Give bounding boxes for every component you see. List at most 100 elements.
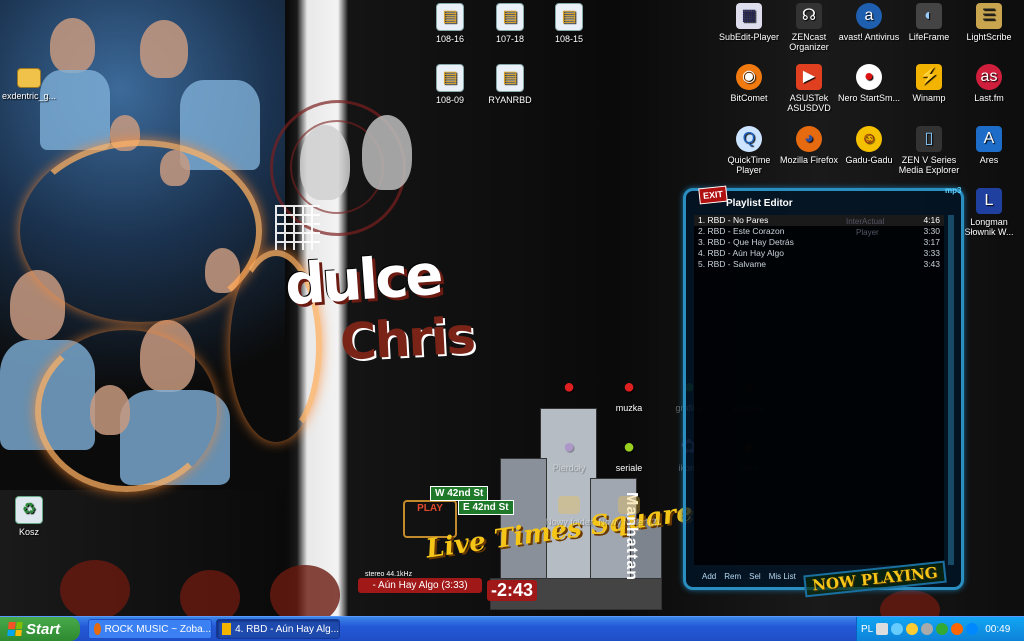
start-label: Start xyxy=(26,620,61,638)
playlist-editor-window[interactable]: EXIT Playlist Editor 1. RBD - No Pares 4… xyxy=(683,185,964,590)
document-icon: ▤ xyxy=(436,3,464,31)
task-label: ROCK MUSIC ~ Zoba... xyxy=(104,623,211,635)
avast-icon: a xyxy=(856,3,882,29)
select-button[interactable]: Sel xyxy=(749,572,761,581)
red-blob-decoration xyxy=(880,590,940,616)
document-icon: ▤ xyxy=(436,64,464,92)
playlist-item[interactable]: 2. RBD - Este Corazon 3:30 xyxy=(694,226,944,237)
winamp-icon xyxy=(222,623,232,635)
add-button[interactable]: Add xyxy=(702,572,716,581)
street-sign-e42: E 42nd St xyxy=(458,500,514,515)
desktop-icon-label: Last.fm xyxy=(974,93,1004,103)
track-duration: 3:30 xyxy=(923,226,940,236)
longman-icon: L xyxy=(976,188,1002,214)
desktop-icon-label: LightScribe xyxy=(966,32,1012,42)
desktop: dulce Chris PLAY W 42nd St E 42nd St Liv… xyxy=(0,0,1024,616)
desktop-icon-recycle-bin[interactable]: ♻ Kosz xyxy=(0,496,64,537)
network-icon[interactable] xyxy=(891,623,904,635)
recycle-bin-icon: ♻ xyxy=(15,496,43,524)
windows-flag-icon xyxy=(7,622,23,636)
apple-folder-icon: ● xyxy=(562,436,576,458)
keyboard-icon[interactable] xyxy=(876,623,889,635)
playlist-list[interactable]: 1. RBD - No Pares 4:16 2. RBD - Este Cor… xyxy=(694,215,954,565)
nero-icon: ● xyxy=(856,64,882,90)
red-blob-decoration xyxy=(180,570,240,616)
lightscribe-icon: ☰ xyxy=(976,3,1002,29)
track-duration: 4:16 xyxy=(923,215,940,225)
subedit-icon: ▦ xyxy=(736,3,762,29)
update-icon[interactable] xyxy=(936,623,949,635)
winamp-icon: ⚡ xyxy=(916,64,942,90)
playlist-item[interactable]: 3. RBD - Que Hay Detrás 3:17 xyxy=(694,237,944,248)
track-duration: 3:43 xyxy=(923,259,940,269)
language-indicator[interactable]: PL xyxy=(861,624,873,635)
photo-face xyxy=(300,125,350,200)
playlist-item[interactable]: 4. RBD - Aún Hay Algo 3:33 xyxy=(694,248,944,259)
track-time[interactable]: -2:43 xyxy=(487,580,538,601)
bluetooth-icon[interactable] xyxy=(966,623,979,635)
start-button[interactable]: Start xyxy=(0,617,80,641)
track-duration: 3:33 xyxy=(923,248,940,258)
document-icon: ▤ xyxy=(496,3,524,31)
grid-decoration xyxy=(275,205,320,250)
red-blob-decoration xyxy=(60,560,130,616)
desktop-icon-doc[interactable]: ▤ RYANRBD xyxy=(475,64,545,105)
playlist-item[interactable]: 1. RBD - No Pares 4:16 xyxy=(694,215,944,226)
desktop-icon-nowy-folder-2[interactable]: Nowy folder (2) xyxy=(594,496,664,527)
apple-folder-icon: ● xyxy=(622,436,636,458)
lifeframe-icon: ◐ xyxy=(916,3,942,29)
desktop-icon-lightscribe[interactable]: ☰ LightScribe xyxy=(954,3,1024,42)
street-sign-w42: W 42nd St xyxy=(430,486,489,501)
playlist-controls: Add Rem Sel Mis List xyxy=(702,572,796,581)
lastfm-icon: as xyxy=(976,64,1002,90)
track-title: 5. RBD - Salvame xyxy=(698,259,767,269)
stereo-label: stereo 44.1kHz xyxy=(365,571,413,578)
track-title: 1. RBD - No Pares xyxy=(698,215,769,225)
desktop-icon-folder[interactable]: exdentric_g... xyxy=(0,68,64,101)
folder-icon xyxy=(17,68,41,88)
zenv-icon: ▯ xyxy=(916,126,942,152)
shield-icon[interactable] xyxy=(906,623,919,635)
exit-button[interactable]: EXIT xyxy=(698,185,728,205)
taskbar-item-firefox[interactable]: ROCK MUSIC ~ Zoba... xyxy=(88,619,212,639)
ghost-label: Player xyxy=(856,228,879,237)
playlist-title: Playlist Editor xyxy=(726,198,793,209)
taskbar: Start ROCK MUSIC ~ Zoba... 4. RBD - Aún … xyxy=(0,616,1024,641)
system-tray: PL 00:49 xyxy=(856,617,1024,641)
playlist-item[interactable]: 5. RBD - Salvame 3:43 xyxy=(694,259,944,270)
apple-folder-icon: ● xyxy=(622,376,636,398)
wallpaper-logo-chris: Chris xyxy=(338,306,476,372)
task-label: 4. RBD - Aún Hay Alg... xyxy=(235,623,339,635)
desktop-icon-label: Ares xyxy=(979,155,999,165)
desktop-icon-doc[interactable]: ▤ 108-15 xyxy=(534,3,604,44)
desktop-icon-label: RYANRBD xyxy=(488,95,532,105)
mp3-badge: mp3 xyxy=(945,186,962,195)
avast-tray-icon[interactable] xyxy=(951,623,964,635)
playlist-scrollbar[interactable] xyxy=(948,215,954,565)
track-title: 3. RBD - Que Hay Detrás xyxy=(698,237,794,247)
remove-button[interactable]: Rem xyxy=(724,572,741,581)
firefox-icon: ◕ xyxy=(796,126,822,152)
volume-icon[interactable] xyxy=(921,623,934,635)
desktop-icon-lastfm[interactable]: as Last.fm xyxy=(954,64,1024,103)
bitcomet-icon: ◉ xyxy=(736,64,762,90)
now-playing-track: - Aún Hay Algo (3:33) xyxy=(358,578,482,593)
track-title: 2. RBD - Este Corazon xyxy=(698,226,785,236)
track-duration: 3:17 xyxy=(923,237,940,247)
misc-list-button[interactable]: Mis List xyxy=(769,572,796,581)
ghost-label: InterActual xyxy=(846,217,885,226)
gadugadu-icon: ☺ xyxy=(856,126,882,152)
clock[interactable]: 00:49 xyxy=(985,624,1010,635)
taskbar-item-winamp[interactable]: 4. RBD - Aún Hay Alg... xyxy=(216,619,340,639)
desktop-icon-longman[interactable]: L Longman Słownik W... xyxy=(954,188,1024,237)
desktop-icon-label: Kosz xyxy=(18,527,39,537)
photo-face xyxy=(362,115,412,190)
red-blob-decoration xyxy=(270,565,340,616)
desktop-icon-label: 108-15 xyxy=(554,34,584,44)
firefox-icon xyxy=(94,623,101,635)
folder-icon xyxy=(618,496,640,514)
desktop-icon-label: Nowy folder (2) xyxy=(598,517,660,527)
quicktime-icon: Q xyxy=(736,126,762,152)
desktop-icon-ares[interactable]: A Ares xyxy=(954,126,1024,165)
document-icon: ▤ xyxy=(496,64,524,92)
